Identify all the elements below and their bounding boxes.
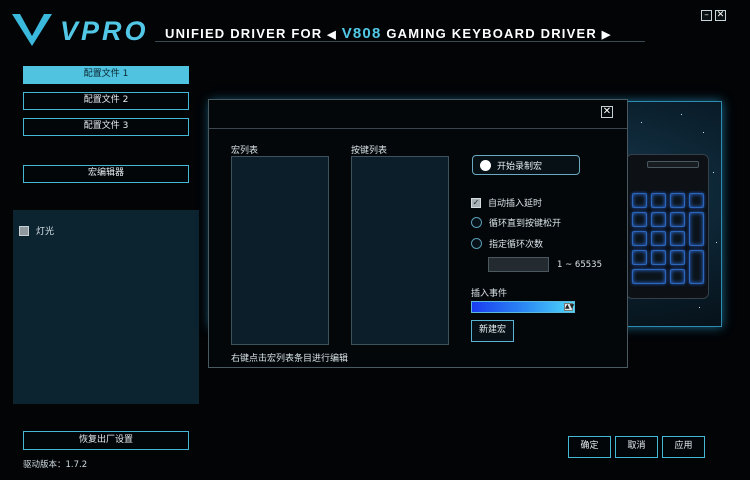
keyboard-key[interactable] [651,250,666,265]
keyboard-key[interactable] [689,250,704,284]
key-list-title: 按键列表 [351,146,388,156]
title-prefix: UNIFIED DRIVER FOR [165,26,323,41]
keyboard-key[interactable] [632,193,647,208]
apply-button[interactable]: 应用 [662,436,705,458]
dialog-close-button[interactable]: ✕ [601,106,613,118]
star-sparkle [699,307,700,308]
record-label: 开始录制宏 [497,161,543,172]
keyboard-key[interactable] [670,250,685,265]
new-macro-button[interactable]: 新建宏 [471,320,514,342]
model-name: V808 [341,25,382,42]
profile-1-button[interactable]: 配置文件 1 [23,66,189,84]
keyboard-key[interactable] [632,212,647,227]
profile-3-button[interactable]: 配置文件 3 [23,118,189,136]
app-title: UNIFIED DRIVER FOR ◀ V808 GAMING KEYBOAR… [165,25,611,42]
loop-count-range: 1 ~ 65535 [557,260,602,270]
keyboard-key[interactable] [651,193,666,208]
insert-event-label: 插入事件 [471,289,508,299]
keyboard-key[interactable] [651,231,666,246]
star-sparkle [716,242,717,243]
keyboard-key[interactable] [651,212,666,227]
model-next-arrow[interactable]: ▶ [602,29,612,41]
insert-event-dropdown[interactable]: ▲▼ [471,301,575,313]
macro-list[interactable] [231,156,329,345]
loop-until-release-radio[interactable] [471,217,482,228]
keyboard-key[interactable] [632,269,666,284]
light-label: 灯光 [36,227,55,237]
light-toggle[interactable]: 灯光 [19,224,54,237]
keyboard-image [626,154,709,299]
auto-delay-label: 自动插入延时 [488,199,543,209]
cancel-button[interactable]: 取消 [615,436,658,458]
star-sparkle [703,132,704,133]
minimize-button[interactable]: – [701,10,712,21]
light-checkbox[interactable] [19,225,29,236]
loop-count-option[interactable]: 指定循环次数 [471,237,543,250]
edit-hint: 右键点击宏列表条目进行编辑 [231,354,349,364]
brand-name: VPRO [60,16,149,46]
keyboard-key[interactable] [670,212,685,227]
auto-delay-checkbox[interactable]: ✓ [471,197,481,208]
keyboard-key[interactable] [670,269,685,284]
start-recording-button[interactable]: 开始录制宏 [472,155,580,175]
macro-editor-button[interactable]: 宏编辑器 [23,165,189,183]
star-sparkle [713,172,714,173]
loop-count-label: 指定循环次数 [489,240,544,250]
ok-button[interactable]: 确定 [568,436,611,458]
model-prev-arrow[interactable]: ◀ [327,29,337,41]
keyboard-key[interactable] [670,193,685,208]
profile-2-button[interactable]: 配置文件 2 [23,92,189,110]
vpro-logo-icon [12,14,52,46]
settings-panel: 灯光 [13,210,199,404]
loop-until-release-label: 循环直到按键松开 [489,219,562,229]
macro-editor-dialog: ✕ 宏列表 按键列表 右键点击宏列表条目进行编辑 开始录制宏 ✓ 自动插入延时 … [208,99,628,368]
key-list[interactable] [351,156,449,345]
record-icon [480,159,491,171]
window-close-button[interactable]: ✕ [715,10,726,21]
dropdown-arrow-icon[interactable]: ▲▼ [564,303,574,311]
star-sparkle [641,122,642,123]
star-sparkle [681,114,682,115]
loop-count-input[interactable] [488,257,549,272]
loop-until-release-option[interactable]: 循环直到按键松开 [471,216,561,229]
keyboard-slot [647,161,699,168]
driver-version: 驱动版本：1.7.2 [23,460,88,470]
keyboard-key[interactable] [632,250,647,265]
keyboard-key[interactable] [689,212,704,246]
macro-list-title: 宏列表 [231,146,259,156]
header-divider [155,41,645,42]
keyboard-key[interactable] [632,231,647,246]
dialog-title-bar: ✕ [209,100,627,129]
loop-count-radio[interactable] [471,238,482,249]
keyboard-key[interactable] [689,193,704,208]
keyboard-key[interactable] [670,231,685,246]
auto-delay-option[interactable]: ✓ 自动插入延时 [471,196,542,209]
factory-reset-button[interactable]: 恢复出厂设置 [23,431,189,450]
title-suffix: GAMING KEYBOARD DRIVER [386,26,597,41]
